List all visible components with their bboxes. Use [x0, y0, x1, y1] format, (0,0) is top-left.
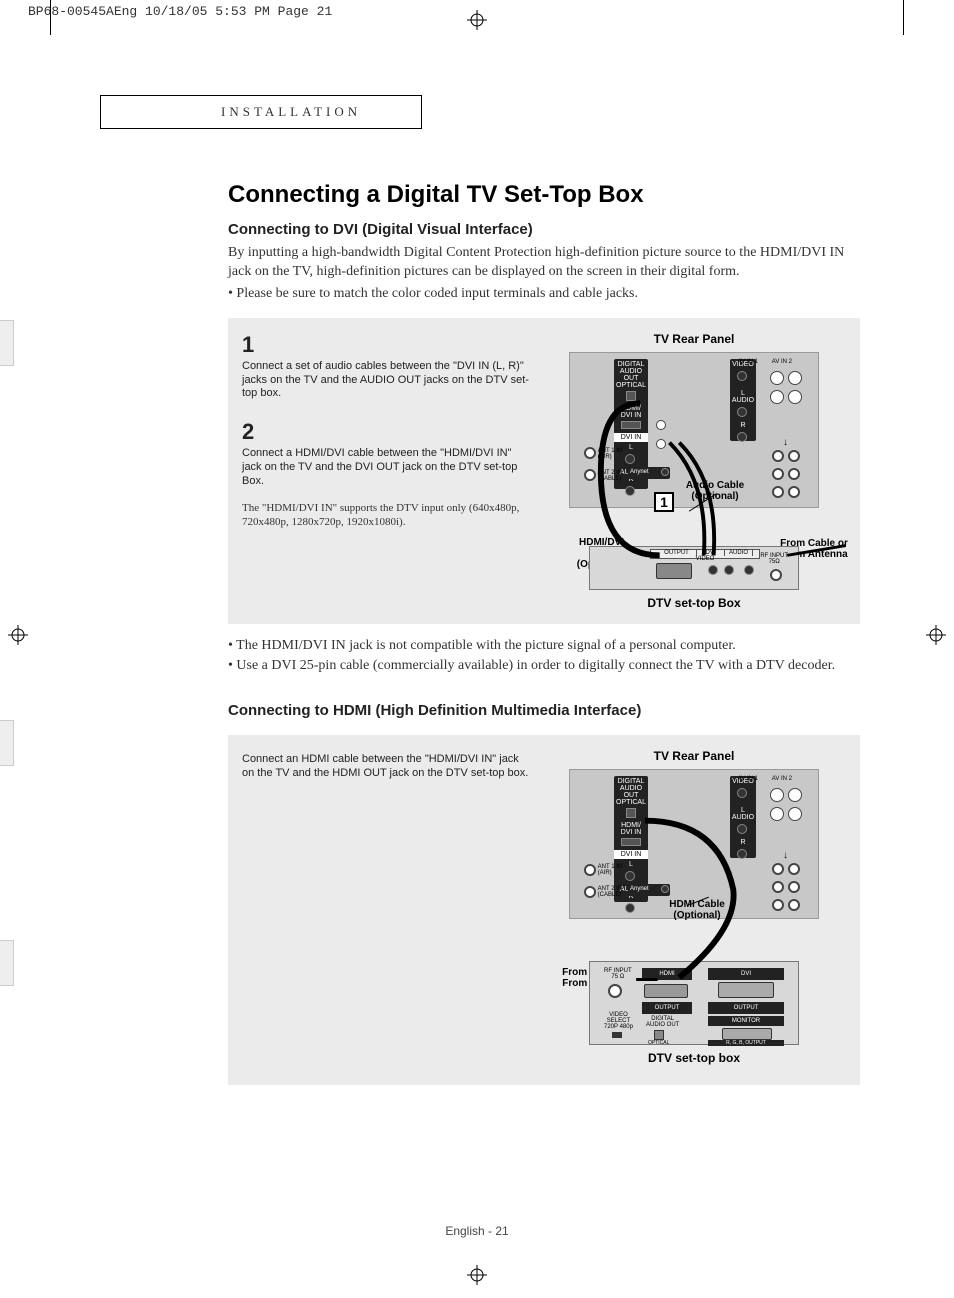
section-tab: INSTALLATION: [100, 95, 422, 129]
page-title: Connecting a Digital TV Set-Top Box: [228, 181, 870, 209]
step-number: 2: [242, 419, 532, 445]
hdmi-diagram-box: Connect an HDMI cable between the "HDMI/…: [228, 735, 860, 1085]
registration-mark-icon: [8, 625, 28, 650]
crop-mark: [903, 0, 904, 35]
step-number: 1: [242, 332, 532, 358]
page-content: INSTALLATION Connecting a Digital TV Set…: [110, 95, 870, 1085]
note-bullet: • Use a DVI 25-pin cable (commercially a…: [228, 658, 848, 674]
step-note: The "HDMI/DVI IN" supports the DTV input…: [242, 502, 532, 530]
registration-mark-icon: [926, 625, 946, 650]
side-tab: [0, 720, 14, 766]
dvi-bullet: • Please be sure to match the color code…: [228, 286, 848, 302]
dvi-subtitle: Connecting to DVI (Digital Visual Interf…: [228, 221, 870, 238]
registration-mark-icon: [467, 10, 487, 35]
cable-lines: [542, 332, 846, 612]
hdmi-subtitle: Connecting to HDMI (High Definition Mult…: [228, 702, 870, 719]
cable-lines: [542, 749, 846, 1059]
registration-mark-icon: [467, 1265, 487, 1290]
page-footer: English - 21: [0, 1224, 954, 1238]
step-text: Connect a set of audio cables between th…: [242, 360, 532, 401]
side-tab: [0, 940, 14, 986]
dvi-intro: By inputting a high-bandwidth Digital Co…: [228, 244, 848, 282]
dvi-diagram-box: 1 Connect a set of audio cables between …: [228, 318, 860, 624]
side-tab: [0, 320, 14, 366]
crop-mark: [50, 0, 51, 35]
step-text: Connect a HDMI/DVI cable between the "HD…: [242, 447, 532, 488]
note-bullet: • The HDMI/DVI IN jack is not compatible…: [228, 638, 848, 654]
print-header: BP68-00545AEng 10/18/05 5:53 PM Page 21: [28, 4, 332, 19]
step-text: Connect an HDMI cable between the "HDMI/…: [242, 753, 532, 781]
